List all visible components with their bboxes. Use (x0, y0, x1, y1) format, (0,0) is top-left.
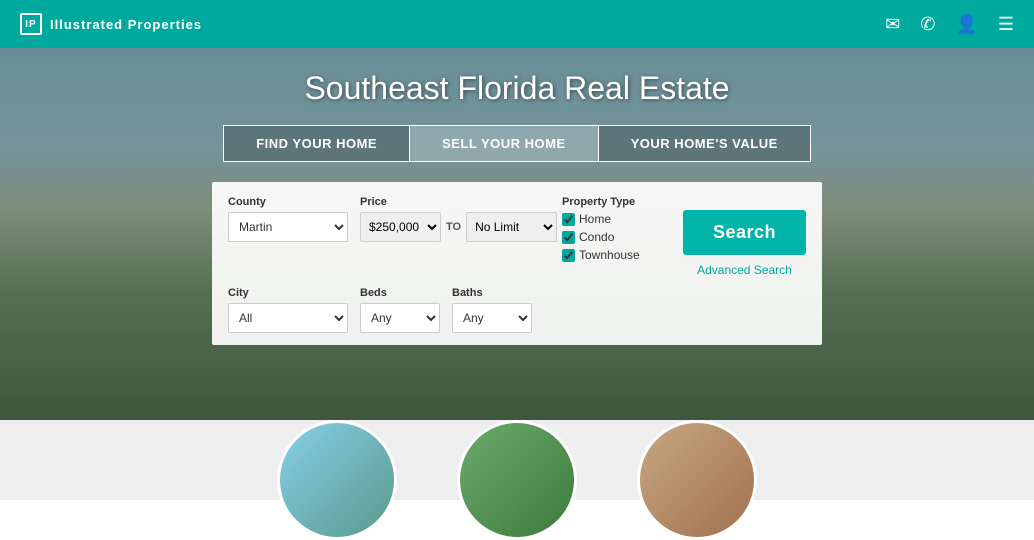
search-button-group: Search Advanced Search (683, 196, 806, 277)
tab-sell-home[interactable]: SELL YOUR HOME (410, 125, 599, 162)
baths-select[interactable]: Any 1+ 2+ 3+ 4+ (452, 303, 532, 333)
bottom-section (0, 420, 1034, 500)
baths-label: Baths (452, 287, 532, 299)
home-label: Home (579, 212, 611, 226)
price-to-separator: TO (446, 221, 461, 233)
checkbox-home: Home (562, 212, 662, 226)
price-from-select[interactable]: $250,000 Any $100,000 $150,000 $200,000 … (360, 212, 441, 242)
county-label: County (228, 196, 348, 208)
condo-label: Condo (579, 230, 614, 244)
county-group: County Martin Palm Beach Broward Miami-D… (228, 196, 348, 242)
townhouse-label: Townhouse (579, 248, 640, 262)
search-button[interactable]: Search (683, 210, 806, 255)
hero-section: Southeast Florida Real Estate FIND YOUR … (0, 0, 1034, 420)
property-type-group: Property Type Home Condo Townhouse (562, 196, 662, 262)
logo-text: Illustrated Properties (50, 17, 202, 32)
phone-icon[interactable]: ✆ (920, 14, 935, 35)
circle-3 (637, 420, 757, 540)
hero-content: Southeast Florida Real Estate FIND YOUR … (0, 60, 1034, 345)
checkbox-townhouse: Townhouse (562, 248, 662, 262)
home-checkbox[interactable] (562, 213, 575, 226)
header: IP Illustrated Properties ✉ ✆ 👤 ☰ (0, 0, 1034, 48)
property-type-label: Property Type (562, 196, 662, 208)
city-select[interactable]: All Jupiter Palm Beach Gardens Stuart (228, 303, 348, 333)
baths-group: Baths Any 1+ 2+ 3+ 4+ (452, 287, 532, 333)
menu-icon[interactable]: ☰ (998, 14, 1014, 35)
beds-group: Beds Any 1+ 2+ 3+ 4+ 5+ (360, 287, 440, 333)
advanced-search-link[interactable]: Advanced Search (697, 263, 792, 277)
header-icons: ✉ ✆ 👤 ☰ (885, 14, 1014, 35)
circle-2 (457, 420, 577, 540)
email-icon[interactable]: ✉ (885, 14, 900, 35)
tab-find-home[interactable]: FIND YOUR HOME (223, 125, 410, 162)
logo-initial-text: IP (25, 19, 36, 30)
beds-select[interactable]: Any 1+ 2+ 3+ 4+ 5+ (360, 303, 440, 333)
condo-checkbox[interactable] (562, 231, 575, 244)
price-to-select[interactable]: No Limit $300,000 $500,000 $1,000,000 (466, 212, 557, 242)
logo-icon: IP (20, 13, 42, 35)
account-icon[interactable]: 👤 (955, 14, 977, 35)
circle-1 (277, 420, 397, 540)
tab-home-value[interactable]: YOUR HOME'S VALUE (599, 125, 811, 162)
county-select[interactable]: Martin Palm Beach Broward Miami-Dade (228, 212, 348, 242)
logo: IP Illustrated Properties (20, 13, 202, 35)
price-label: Price (360, 196, 550, 208)
tab-bar: FIND YOUR HOME SELL YOUR HOME YOUR HOME'… (223, 125, 811, 162)
search-panel: County Martin Palm Beach Broward Miami-D… (212, 182, 822, 345)
townhouse-checkbox[interactable] (562, 249, 575, 262)
beds-label: Beds (360, 287, 440, 299)
city-group: City All Jupiter Palm Beach Gardens Stua… (228, 287, 348, 333)
hero-title: Southeast Florida Real Estate (304, 70, 729, 107)
price-group: Price $250,000 Any $100,000 $150,000 $20… (360, 196, 550, 242)
checkbox-condo: Condo (562, 230, 662, 244)
city-label: City (228, 287, 348, 299)
